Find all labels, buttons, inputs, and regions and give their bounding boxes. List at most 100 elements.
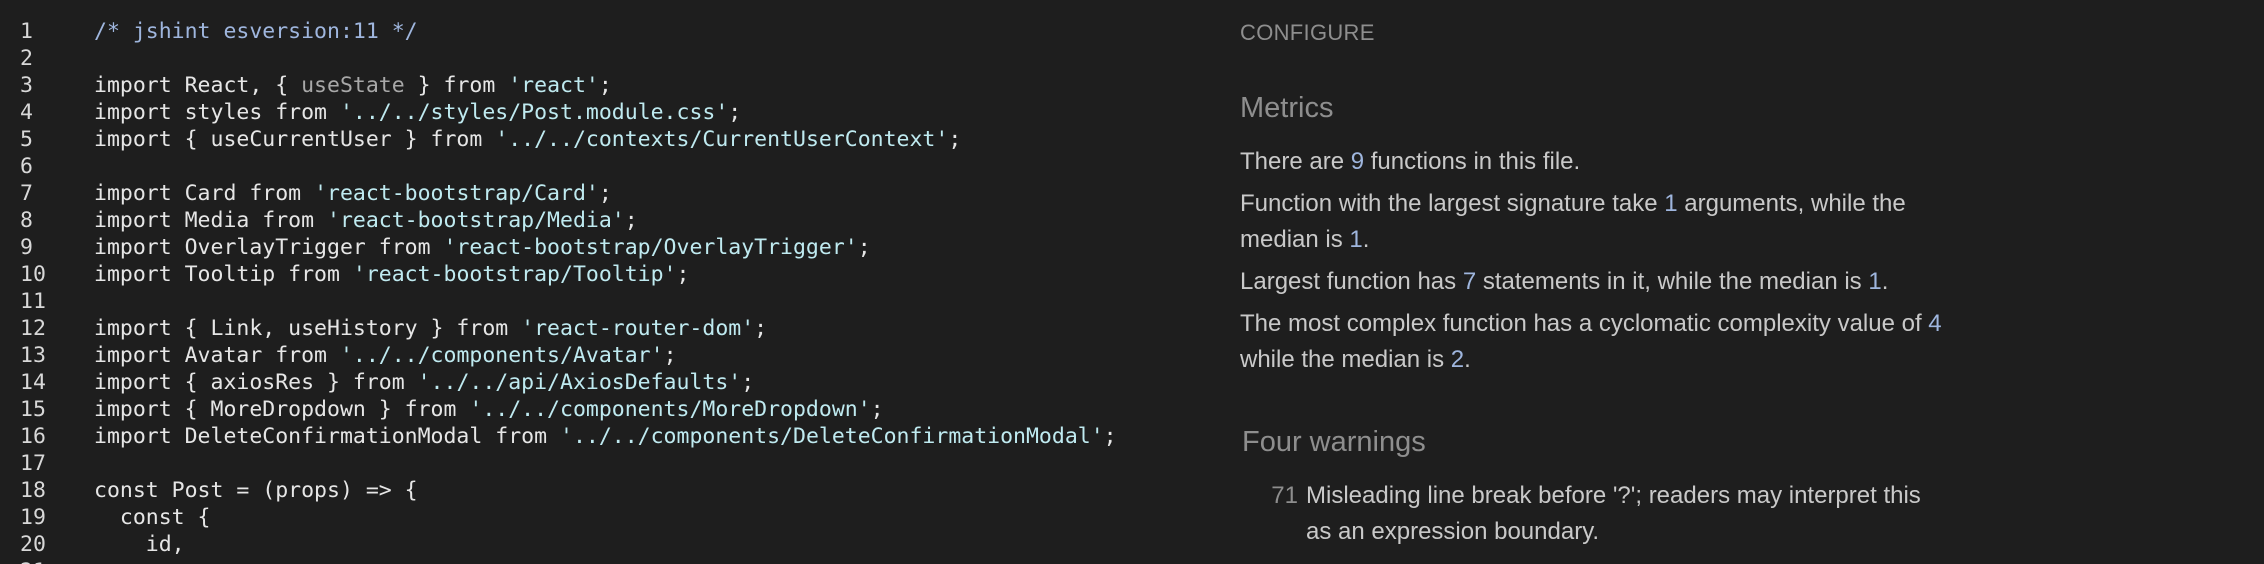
code-token: import DeleteConfirmationModal from: [94, 424, 560, 449]
line-number: 20: [20, 532, 46, 557]
code-text: import React, { useState } from 'react';: [94, 72, 612, 99]
metric-value: 2: [1450, 346, 1465, 373]
line-number: 6: [20, 154, 33, 179]
metric-signature: Function with the largest signature take…: [1240, 186, 1980, 258]
line-number: 13: [20, 343, 46, 368]
code-text: import styles from '../../styles/Post.mo…: [94, 99, 741, 126]
metric-text: .: [1464, 346, 1471, 373]
code-token: ;: [676, 262, 690, 287]
warning-message: Misleading line break before '?'; reader…: [1306, 482, 1921, 545]
code-token: /* jshint esversion:11 */: [94, 19, 418, 44]
code-token: import React, {: [94, 73, 302, 98]
code-token: 'react-bootstrap/Card': [314, 181, 599, 206]
code-token: import Card from: [94, 181, 315, 206]
metric-value: 4: [1928, 310, 1942, 337]
line-number: 7: [20, 181, 33, 206]
line-number: 10: [20, 262, 46, 287]
line-number: 12: [20, 316, 46, 341]
line-number: 4: [20, 100, 33, 125]
code-token: '../../styles/Post.module.css': [339, 100, 729, 125]
line-number: 14: [20, 370, 46, 395]
code-token: import { axiosRes } from: [94, 370, 418, 395]
code-text: import { useCurrentUser } from '../../co…: [94, 126, 961, 153]
code-token: const {: [94, 505, 211, 530]
metric-text: The most complex function has a cyclomat…: [1240, 310, 1929, 337]
metric-text: There are: [1240, 148, 1351, 175]
code-token: import { MoreDropdown } from: [94, 397, 470, 422]
jshint-report-panel: CONFIGURE Metrics There are 9 functions …: [1240, 0, 2240, 564]
code-token: import styles from: [94, 100, 340, 125]
code-text: import { Link, useHistory } from 'react-…: [94, 315, 767, 342]
metric-value: 1: [1349, 226, 1363, 253]
metric-text: statements in it, while the median is: [1476, 268, 1869, 295]
metric-complexity: The most complex function has a cyclomat…: [1240, 306, 1980, 378]
metric-text: functions in this file.: [1364, 148, 1581, 175]
line-number: 15: [20, 397, 46, 422]
code-token: '../../contexts/CurrentUserContext': [495, 127, 949, 152]
line-number: 9: [20, 235, 33, 260]
code-token: import OverlayTrigger from: [94, 235, 444, 260]
line-number: 1: [20, 19, 33, 44]
code-text: /* jshint esversion:11 */: [94, 18, 418, 45]
code-text: import OverlayTrigger from 'react-bootst…: [94, 234, 871, 261]
code-token: ;: [1103, 424, 1117, 449]
code-token: '../../api/AxiosDefaults': [417, 370, 742, 395]
code-token: 'react-bootstrap/Tooltip': [352, 262, 677, 287]
code-text: import Tooltip from 'react-bootstrap/Too…: [94, 261, 689, 288]
line-number: 5: [20, 127, 33, 152]
line-number: 18: [20, 478, 46, 503]
line-number: 17: [20, 451, 46, 476]
code-token: ;: [857, 235, 871, 260]
code-token: ;: [598, 181, 612, 206]
code-token: ;: [741, 370, 755, 395]
code-token: useState: [301, 73, 405, 98]
code-token: 'react-router-dom': [521, 316, 755, 341]
metric-value: 7: [1462, 268, 1477, 295]
code-token: ;: [870, 397, 884, 422]
code-text: import Avatar from '../../components/Ava…: [94, 342, 677, 369]
metric-text: while the median is: [1240, 346, 1451, 373]
code-token: '../../components/DeleteConfirmationModa…: [560, 424, 1104, 449]
code-token: ;: [624, 208, 638, 233]
metric-value: 1: [1868, 268, 1882, 295]
code-token: '../../components/Avatar': [339, 343, 664, 368]
line-number: 3: [20, 73, 33, 98]
line-number: 2: [20, 46, 33, 71]
code-token: 'react': [508, 73, 599, 98]
code-token: ;: [948, 127, 962, 152]
metric-text: .: [1362, 226, 1370, 253]
configure-link[interactable]: CONFIGURE: [1240, 20, 1375, 46]
code-text: id,: [94, 531, 185, 558]
code-token: '../../components/MoreDropdown': [469, 397, 871, 422]
line-number: 19: [20, 505, 46, 530]
metric-text: Function with the largest signature take: [1240, 190, 1665, 217]
code-token: ;: [598, 73, 612, 98]
code-text: import Card from 'react-bootstrap/Card';: [94, 180, 612, 207]
metrics-heading: Metrics: [1240, 92, 1334, 124]
code-token: import { Link, useHistory } from: [94, 316, 522, 341]
code-token: import Tooltip from: [94, 262, 353, 287]
code-token: import Avatar from: [94, 343, 340, 368]
code-text: import DeleteConfirmationModal from '../…: [94, 423, 1117, 450]
code-token: ;: [754, 316, 768, 341]
warnings-heading: Four warnings: [1242, 426, 1426, 458]
code-text: import { axiosRes } from '../../api/Axio…: [94, 369, 754, 396]
warning-line-number[interactable]: 71: [1258, 478, 1298, 514]
metric-text: Largest function has: [1240, 268, 1463, 295]
metric-text: .: [1881, 268, 1889, 295]
code-text: import Media from 'react-bootstrap/Media…: [94, 207, 638, 234]
code-token: } from: [404, 73, 509, 98]
code-token: id,: [94, 532, 185, 557]
code-token: 'react-bootstrap/Media': [327, 208, 625, 233]
code-editor[interactable]: 1 /* jshint esversion:11 */ 2 3 import React…: [0, 0, 1200, 564]
code-text: import { MoreDropdown } from '../../comp…: [94, 396, 884, 423]
code-token: const Post = (props) => {: [94, 478, 418, 503]
metric-statements: Largest function has 7 statements in it,…: [1240, 264, 1980, 300]
line-number: 8: [20, 208, 33, 233]
line-number: 11: [20, 289, 46, 314]
code-token: ;: [663, 343, 677, 368]
line-number: 21: [20, 558, 80, 564]
metric-value: 9: [1350, 148, 1365, 175]
code-token: import { useCurrentUser } from: [94, 127, 496, 152]
code-token: 'react-bootstrap/OverlayTrigger': [443, 235, 858, 260]
